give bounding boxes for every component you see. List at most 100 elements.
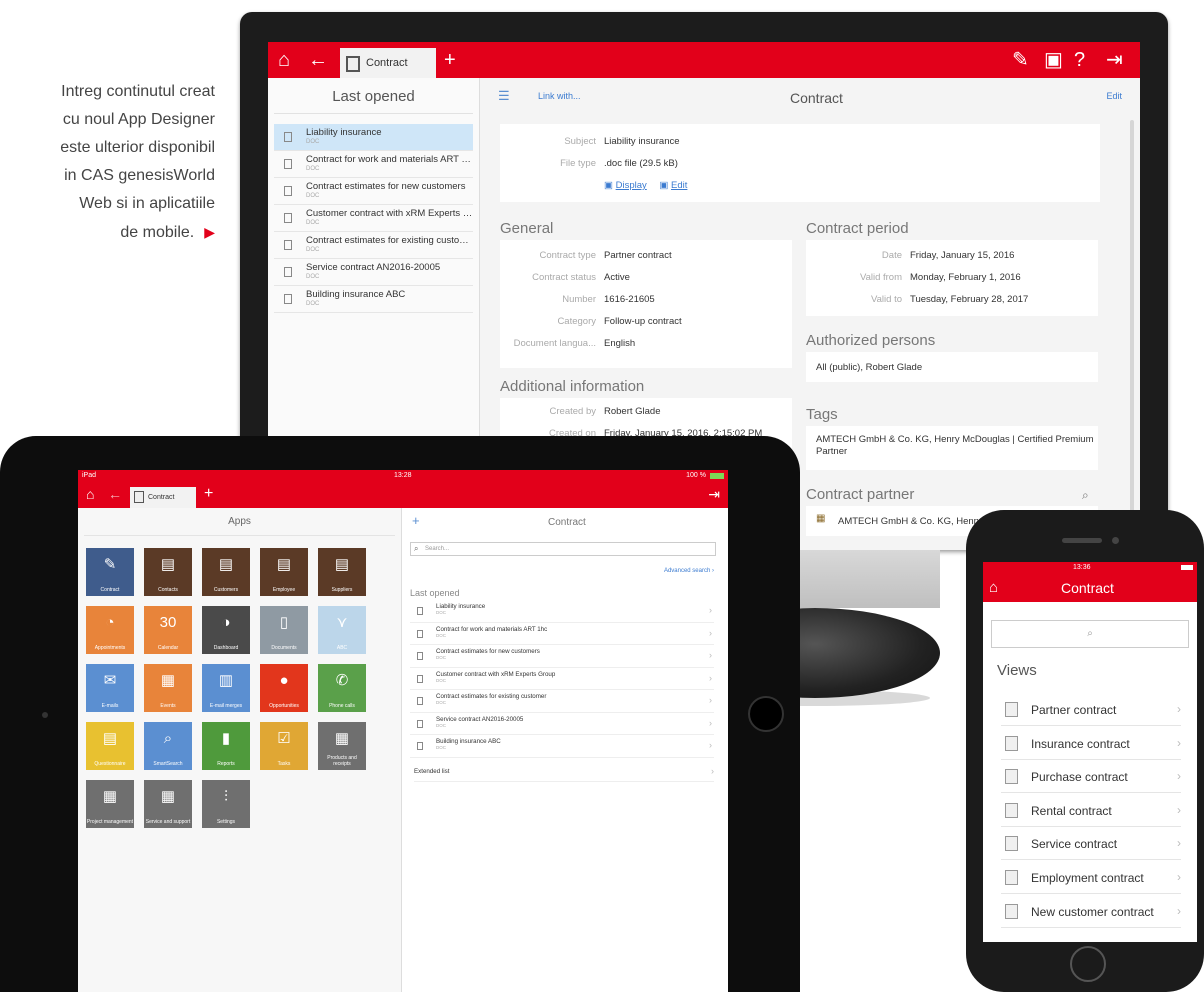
app-tile[interactable]: ▤ Employee: [260, 548, 308, 596]
list-item-type: DOC: [436, 745, 446, 750]
link-with-link[interactable]: Link with...: [538, 91, 581, 101]
list-item[interactable]: Contract for work and materials ART 1hc D…: [274, 151, 473, 178]
list-item[interactable]: Liability insurance DOC: [274, 124, 473, 151]
app-tile[interactable]: ▦ Project management: [86, 780, 134, 828]
general-field: Contract status Active: [500, 272, 630, 283]
add-icon[interactable]: +: [412, 513, 420, 528]
app-tile[interactable]: ⌕ SmartSearch: [144, 722, 192, 770]
app-tile[interactable]: ⋎ ABC: [318, 606, 366, 654]
app-tile[interactable]: ✉ E-mails: [86, 664, 134, 712]
search-input[interactable]: ⌕: [991, 620, 1189, 648]
document-icon: [417, 652, 423, 660]
add-tab-icon[interactable]: +: [444, 48, 456, 72]
logout-icon[interactable]: ⇥: [708, 486, 720, 503]
app-tile[interactable]: ▦ Products and receipts: [318, 722, 366, 770]
view-label: Service contract: [1031, 837, 1118, 852]
document-icon: [1005, 802, 1018, 818]
app-label: Questionnaire: [94, 761, 126, 767]
app-tile[interactable]: ▥ E-mail merges: [202, 664, 250, 712]
list-item[interactable]: Contract estimates for new customers DOC: [274, 178, 473, 205]
view-item[interactable]: New customer contract ›: [1001, 894, 1181, 928]
document-icon: [346, 56, 360, 72]
list-item-type: DOC: [306, 166, 320, 172]
list-item[interactable]: Contract for work and materials ART 1hc D…: [410, 623, 714, 645]
help-icon[interactable]: ?: [1074, 48, 1085, 72]
search-icon[interactable]: ⌕: [1082, 488, 1089, 503]
save-icon[interactable]: ▣: [1044, 48, 1063, 72]
ipad-home-button[interactable]: [748, 696, 784, 732]
app-tile[interactable]: ✎ Contract: [86, 548, 134, 596]
back-arrow-icon[interactable]: ←: [108, 486, 122, 502]
extended-list-link[interactable]: Extended list ›: [414, 766, 714, 782]
app-tile[interactable]: ▯ Documents: [260, 606, 308, 654]
list-item[interactable]: Customer contract with xRM Experts Group…: [410, 668, 714, 690]
back-arrow-icon[interactable]: ←: [308, 48, 328, 72]
app-label: Products and receipts: [327, 755, 357, 767]
app-tile[interactable]: ▮ Reports: [202, 722, 250, 770]
tab-contract[interactable]: Contract: [130, 487, 196, 508]
view-item[interactable]: Employment contract ›: [1001, 860, 1181, 894]
document-icon: [284, 213, 292, 223]
search-input[interactable]: ⌕ Search...: [410, 542, 716, 556]
menu-icon[interactable]: ☰: [498, 88, 510, 104]
add-tab-icon[interactable]: +: [204, 485, 213, 503]
field-label: Document langua...: [513, 338, 596, 349]
list-item[interactable]: Customer contract with xRM Experts Gr...…: [274, 205, 473, 232]
view-item[interactable]: Purchase contract ›: [1001, 759, 1181, 794]
list-item[interactable]: Building insurance ABC DOC: [274, 286, 473, 313]
scrollbar[interactable]: [1130, 120, 1134, 520]
view-item[interactable]: Service contract ›: [1001, 826, 1181, 861]
list-item[interactable]: Contract estimates for existing customer…: [274, 232, 473, 259]
app-tile[interactable]: ☑ Tasks: [260, 722, 308, 770]
view-item[interactable]: Partner contract ›: [1001, 692, 1181, 726]
app-icon: ◔: [105, 614, 115, 631]
app-tile[interactable]: ◑ Dashboard: [202, 606, 250, 654]
tab-contract[interactable]: Contract: [340, 48, 436, 78]
app-icon: ▥: [218, 672, 234, 689]
home-icon[interactable]: ⌂: [86, 486, 94, 502]
app-tile[interactable]: ▤ Customers: [202, 548, 250, 596]
app-tile[interactable]: ⫶ Settings: [202, 780, 250, 828]
document-icon: [417, 742, 423, 750]
ipad-status-bar: iPad 13:28 100 %: [78, 470, 728, 482]
iphone-home-button[interactable]: [1070, 946, 1106, 982]
app-icon: ✎: [103, 556, 117, 573]
logout-icon[interactable]: ⇥: [1106, 48, 1123, 72]
chevron-right-icon: ›: [1177, 702, 1181, 716]
list-item-title: Customer contract with xRM Experts Group: [436, 670, 556, 678]
list-item[interactable]: Building insurance ABC DOC ›: [410, 735, 714, 758]
list-item[interactable]: Liability insurance DOC ›: [410, 600, 714, 623]
contract-list-panel: + Contract ⌕ Search... Advanced search ›…: [402, 508, 728, 992]
app-tile[interactable]: ▦ Service and support: [144, 780, 192, 828]
app-label: Project management: [86, 819, 134, 825]
chevron-right-icon: ›: [1177, 836, 1181, 851]
edit-note-icon[interactable]: ✎: [1012, 48, 1029, 72]
home-icon[interactable]: ⌂: [989, 579, 998, 596]
app-label: Employee: [272, 587, 296, 593]
list-item-title: Service contract AN2016-20005: [306, 262, 441, 273]
home-icon[interactable]: ⌂: [278, 48, 290, 72]
list-item[interactable]: Contract estimates for new customers DOC ›: [410, 645, 714, 668]
edit-link[interactable]: ▣ Edit: [659, 180, 687, 191]
advanced-search-link[interactable]: Advanced search ›: [664, 568, 714, 574]
app-tile[interactable]: ▤ Questionnaire: [86, 722, 134, 770]
app-tile[interactable]: ▤ Suppliers: [318, 548, 366, 596]
app-icon: ✆: [335, 672, 349, 689]
field-value: English: [604, 338, 636, 349]
app-tile[interactable]: ▤ Contacts: [144, 548, 192, 596]
list-item[interactable]: Contract estimates for existing customer…: [410, 690, 714, 713]
battery-percent: 100 %: [686, 472, 706, 479]
display-link[interactable]: ▣ Display: [604, 180, 647, 191]
app-tile[interactable]: ◔ Appointments: [86, 606, 134, 654]
view-item[interactable]: Rental contract ›: [1001, 793, 1181, 827]
list-item[interactable]: Service contract AN2016-20005 DOC ›: [410, 713, 714, 735]
app-tile[interactable]: 30 Calendar: [144, 606, 192, 654]
list-item[interactable]: Service contract AN2016-20005 DOC: [274, 259, 473, 286]
authorized-panel: All (public), Robert Glade: [806, 352, 1098, 382]
app-tile[interactable]: ▦ Events: [144, 664, 192, 712]
app-tile[interactable]: ● Opportunities: [260, 664, 308, 712]
edit-button[interactable]: Edit: [1106, 91, 1122, 101]
app-tile[interactable]: ✆ Phone calls: [318, 664, 366, 712]
list-item-title: Building insurance ABC: [436, 738, 501, 745]
view-item[interactable]: Insurance contract ›: [1001, 726, 1181, 760]
